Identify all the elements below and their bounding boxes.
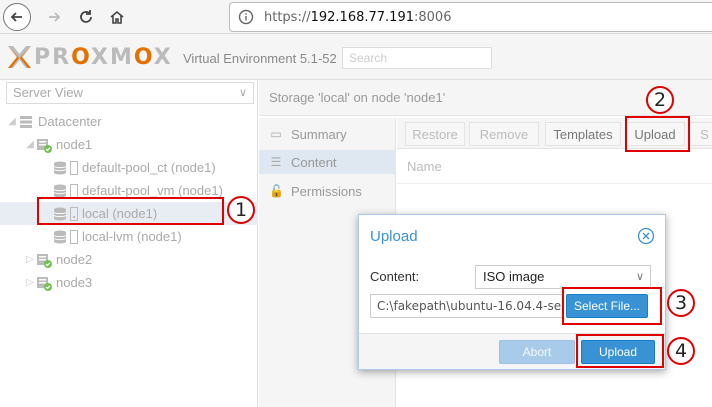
annotation-number: 1	[227, 196, 255, 224]
chevron-down-icon: ∨	[635, 271, 644, 283]
disk-icon	[70, 160, 78, 175]
annotation-box-upload	[625, 116, 690, 152]
annotation-number: 4	[667, 337, 695, 365]
annotation-box-local	[37, 197, 224, 225]
panel-title: Storage 'local' on node 'node1'	[259, 80, 712, 116]
browser-toolbar: https://192.168.77.191:8006	[0, 0, 712, 34]
remove-button[interactable]: Remove	[469, 122, 539, 146]
subnav-label: Content	[291, 154, 337, 170]
tree-item-storage[interactable]: default-pool_ct (node1)	[52, 156, 256, 179]
overflow-button[interactable]: S	[689, 122, 712, 146]
book-icon: ▭	[270, 127, 282, 141]
disk-icon	[70, 183, 78, 198]
arrow-right-icon	[49, 12, 61, 22]
node-online-icon	[37, 138, 52, 153]
tree-item-label: default-pool_vm (node1)	[82, 183, 223, 198]
tree-item-node3[interactable]: ▷ node3	[24, 271, 256, 294]
arrow-left-icon	[10, 12, 22, 22]
url-text: https://192.168.77.191:8006	[264, 9, 452, 25]
tree-item-node1[interactable]: ◢ node1	[24, 133, 256, 156]
logo-wordmark: PROXMOX	[34, 44, 173, 70]
annotation-box-upload-confirm	[576, 334, 664, 368]
expand-icon: ▷	[26, 254, 34, 265]
content-type-value: ISO image	[483, 269, 545, 284]
grid-column-name[interactable]: Name	[397, 150, 712, 184]
content-type-select[interactable]: ISO image ∨	[475, 265, 651, 289]
home-icon	[110, 10, 124, 24]
subnav-content[interactable]: ☰ Content	[259, 150, 396, 174]
tree-item-datacenter[interactable]: ◢ Datacenter	[6, 110, 256, 133]
tree-item-label: node2	[56, 252, 93, 267]
list-icon: ☰	[270, 155, 282, 169]
node-online-icon	[37, 253, 52, 268]
tree-item-label: node3	[56, 275, 93, 290]
tree-item-label: node1	[56, 137, 93, 152]
tree-item-node2[interactable]: ▷ node2	[24, 248, 256, 271]
chevron-down-icon: ∨	[238, 87, 247, 99]
file-path-field[interactable]: C:\fakepath\ubuntu-16.04.4-ser	[370, 294, 564, 318]
expand-icon: ◢	[26, 139, 34, 150]
annotation-box-select-file	[562, 287, 662, 325]
server-view-select[interactable]: Server View ∨	[6, 82, 254, 104]
disk-icon	[70, 229, 78, 244]
tree-item-storage[interactable]: local-lvm (node1)	[52, 225, 256, 248]
expand-icon: ▷	[26, 277, 34, 288]
subnav-label: Permissions	[291, 183, 362, 199]
proxmox-x-icon	[8, 46, 31, 68]
reload-icon	[80, 10, 92, 23]
reload-button[interactable]	[72, 3, 100, 31]
dialog-title: Upload	[370, 228, 418, 245]
node-online-icon	[37, 276, 52, 291]
info-icon	[238, 9, 254, 25]
unlock-icon: 🔓	[269, 184, 284, 198]
version-label: Virtual Environment 5.1-52	[183, 51, 337, 66]
annotation-number: 3	[667, 289, 695, 317]
close-icon[interactable]	[637, 227, 655, 245]
abort-button[interactable]: Abort	[499, 340, 575, 364]
dialog-header: Upload	[359, 215, 665, 257]
storage-icon	[53, 230, 67, 243]
restore-button[interactable]: Restore	[405, 122, 465, 146]
content-label: Content:	[370, 269, 420, 284]
back-button[interactable]	[3, 3, 31, 31]
subnav-summary[interactable]: ▭ Summary	[259, 122, 396, 146]
tree-item-label: Datacenter	[38, 114, 102, 129]
subnav-label: Summary	[291, 126, 347, 142]
app-header: PROXMOX Virtual Environment 5.1-52 Searc…	[0, 34, 712, 80]
datacenter-icon	[20, 115, 32, 128]
subnav-permissions[interactable]: 🔓 Permissions	[259, 179, 396, 203]
tree-item-label: local-lvm (node1)	[82, 229, 182, 244]
home-button[interactable]	[103, 3, 131, 31]
resource-tree-panel: Server View ∨ ◢ Datacenter ◢ node1 defau…	[0, 80, 258, 407]
forward-button[interactable]	[40, 3, 68, 31]
expand-icon: ◢	[8, 116, 16, 127]
search-input[interactable]: Search	[342, 47, 492, 69]
server-view-label: Server View	[13, 85, 83, 100]
address-bar[interactable]: https://192.168.77.191:8006	[229, 2, 712, 32]
templates-button[interactable]: Templates	[545, 122, 621, 146]
tree-item-label: default-pool_ct (node1)	[82, 160, 216, 175]
annotation-number: 2	[646, 86, 674, 114]
proxmox-logo: PROXMOX	[6, 44, 173, 70]
storage-icon	[53, 161, 67, 174]
